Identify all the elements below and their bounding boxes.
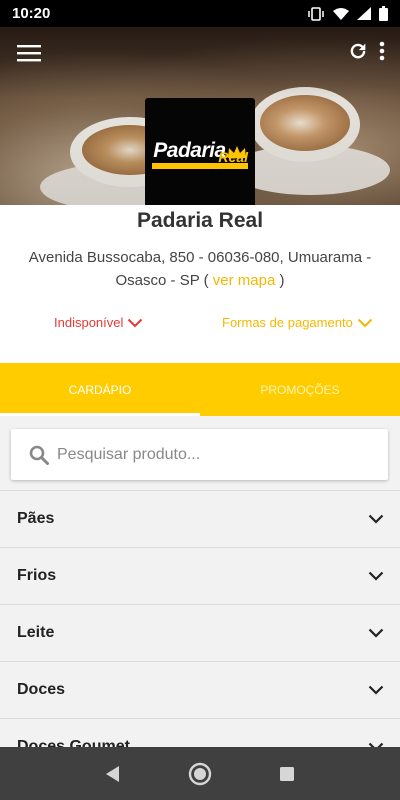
payment-methods-dropdown[interactable]: Formas de pagamento (222, 315, 373, 330)
more-options-button[interactable] (372, 37, 392, 65)
recents-button[interactable] (267, 754, 307, 794)
tab-promocoes[interactable]: PROMOÇÕES (200, 363, 400, 416)
chevron-down-icon (128, 318, 143, 327)
back-icon (106, 765, 120, 782)
availability-dropdown[interactable]: Indisponível (54, 315, 143, 330)
back-button[interactable] (93, 754, 133, 794)
category-label: Frios (17, 567, 57, 584)
search-icon (29, 445, 49, 465)
menu-icon (17, 45, 41, 62)
category-list: Pães Frios Leite Doces Doces Goumet (0, 490, 400, 775)
home-button[interactable] (180, 754, 220, 794)
category-item-frios[interactable]: Frios (0, 547, 400, 604)
store-options-row: Indisponível Formas de pagamento (0, 315, 400, 337)
recents-icon (279, 766, 294, 781)
tab-bar: CARDÁPIO PROMOÇÕES (0, 363, 400, 416)
category-item-paes[interactable]: Pães (0, 490, 400, 547)
search-input[interactable] (57, 445, 357, 464)
status-time: 10:20 (12, 5, 51, 22)
battery-icon (379, 6, 388, 21)
store-logo: Padaria Real (145, 98, 255, 208)
store-name: Padaria Real (136, 209, 264, 232)
map-open-paren: ( (203, 272, 209, 289)
store-address: Avenida Bussocaba, 850 - 06036-080, Umua… (28, 249, 372, 289)
logo-text-bottom: Real (218, 148, 248, 165)
wifi-icon (333, 7, 349, 20)
store-info-card: Padaria Real Avenida Bussocaba, 850 - 06… (0, 205, 400, 363)
chevron-down-icon (368, 628, 384, 638)
home-icon (188, 762, 212, 785)
status-bar: 10:20 (0, 0, 400, 27)
tab-label: CARDÁPIO (68, 382, 132, 397)
chevron-down-icon (368, 571, 384, 581)
availability-label: Indisponível (54, 315, 124, 330)
map-close-paren: ) (279, 272, 285, 289)
refresh-button[interactable] (344, 37, 372, 65)
system-nav-bar (0, 747, 400, 800)
tab-cardapio[interactable]: CARDÁPIO (0, 363, 200, 416)
category-item-leite[interactable]: Leite (0, 604, 400, 661)
category-item-doces[interactable]: Doces (0, 661, 400, 718)
category-label: Pães (17, 510, 55, 527)
signal-icon (357, 7, 371, 20)
category-label: Doces (17, 681, 66, 698)
view-map-link[interactable]: ver mapa (213, 272, 276, 289)
status-icons (307, 6, 388, 21)
active-tab-indicator (0, 413, 200, 416)
chevron-down-icon (368, 514, 384, 524)
menu-button[interactable] (14, 39, 44, 67)
tab-label: PROMOÇÕES (260, 382, 340, 397)
vibrate-icon (307, 6, 325, 21)
store-address-block: Avenida Bussocaba, 850 - 06036-080, Umua… (20, 246, 380, 292)
category-label: Leite (17, 624, 55, 641)
more-vert-icon (379, 41, 385, 61)
chevron-down-icon (357, 318, 373, 327)
payment-methods-label: Formas de pagamento (222, 315, 353, 330)
chevron-down-icon (368, 685, 384, 695)
refresh-icon (350, 43, 366, 59)
search-bar[interactable] (11, 429, 388, 480)
